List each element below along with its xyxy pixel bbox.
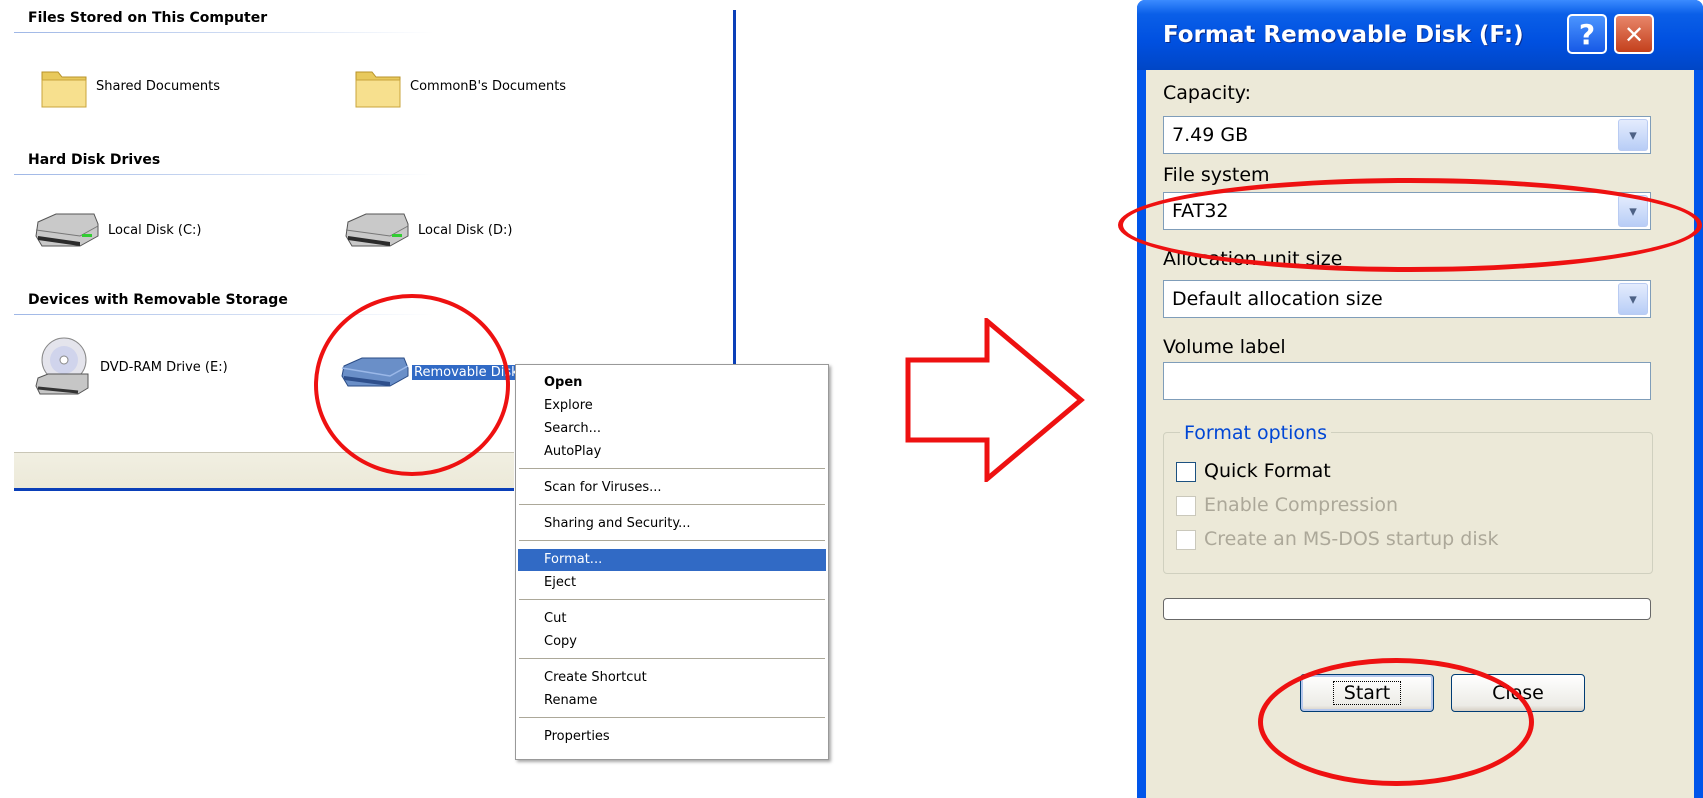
quick-format-checkbox[interactable] (1176, 462, 1196, 482)
menu-item-eject[interactable]: Eject (518, 572, 826, 594)
item-label: CommonB's Documents (410, 78, 567, 94)
menu-separator (519, 599, 825, 600)
folder-icon (355, 71, 401, 108)
menu-item-cut[interactable]: Cut (518, 608, 826, 630)
context-menu: Open Explore Search... AutoPlay Scan for… (515, 364, 829, 760)
folder-shared-documents[interactable]: Shared Documents (38, 60, 220, 112)
menu-separator (519, 540, 825, 541)
capacity-value: 7.49 GB (1172, 124, 1249, 146)
menu-item-autoplay[interactable]: AutoPlay (518, 441, 826, 463)
menu-item-explore[interactable]: Explore (518, 395, 826, 417)
menu-item-rename[interactable]: Rename (518, 690, 826, 712)
dvd-drive-icon (35, 337, 89, 395)
window-border-bottom (14, 488, 514, 491)
menu-item-copy[interactable]: Copy (518, 631, 826, 653)
annotation-ellipse-file-system (1118, 178, 1702, 272)
allocation-value: Default allocation size (1172, 288, 1383, 310)
menu-item-open[interactable]: Open (518, 372, 826, 394)
capacity-label: Capacity: (1163, 82, 1252, 104)
msdos-startup-label: Create an MS-DOS startup disk (1204, 528, 1499, 550)
folder-commonb-documents[interactable]: CommonB's Documents (352, 60, 566, 112)
item-label: Local Disk (C:) (108, 222, 202, 238)
folder-icon (41, 71, 87, 108)
volume-label-input[interactable] (1163, 362, 1651, 400)
dialog-title: Format Removable Disk (F:) (1163, 22, 1524, 48)
msdos-startup-checkbox (1176, 530, 1196, 550)
item-label: Local Disk (D:) (418, 222, 513, 238)
section-title-files: Files Stored on This Computer (28, 10, 268, 26)
item-label: Shared Documents (96, 78, 221, 94)
chevron-down-icon[interactable]: ▾ (1618, 119, 1648, 151)
menu-item-scan-for-viruses[interactable]: Scan for Viruses... (518, 477, 826, 499)
dialog-title-bar: Format Removable Disk (F:) ? ✕ (1137, 0, 1703, 70)
drive-local-disk-c[interactable]: Local Disk (C:) (32, 212, 201, 248)
menu-separator (519, 468, 825, 469)
menu-item-sharing-and-security[interactable]: Sharing and Security... (518, 513, 826, 535)
enable-compression-label: Enable Compression (1204, 494, 1399, 516)
volume-label: Volume label (1163, 336, 1286, 358)
allocation-dropdown[interactable]: Default allocation size ▾ (1163, 280, 1651, 318)
item-label: DVD-RAM Drive (E:) (100, 359, 228, 375)
hard-disk-icon (35, 213, 99, 247)
menu-item-properties[interactable]: Properties (518, 726, 826, 748)
chevron-down-icon[interactable]: ▾ (1618, 283, 1648, 315)
menu-item-create-shortcut[interactable]: Create Shortcut (518, 667, 826, 689)
menu-item-format[interactable]: Format... (518, 549, 826, 571)
menu-separator (519, 504, 825, 505)
section-divider (14, 32, 434, 33)
capacity-dropdown[interactable]: 7.49 GB ▾ (1163, 116, 1651, 154)
annotation-circle-removable-disk (314, 294, 510, 476)
enable-compression-checkbox (1176, 496, 1196, 516)
drive-local-disk-d[interactable]: Local Disk (D:) (342, 212, 512, 248)
help-button[interactable]: ? (1567, 14, 1607, 54)
section-title-removable: Devices with Removable Storage (28, 292, 288, 308)
menu-item-search[interactable]: Search... (518, 418, 826, 440)
hard-disk-icon (345, 213, 409, 247)
menu-separator (519, 658, 825, 659)
quick-format-label[interactable]: Quick Format (1204, 460, 1331, 482)
format-progress-bar (1163, 598, 1651, 620)
window-border (733, 10, 736, 368)
drive-dvd-ram-e[interactable]: DVD-RAM Drive (E:) (34, 336, 228, 398)
annotation-ellipse-start-button (1258, 658, 1534, 786)
section-title-hard-disks: Hard Disk Drives (28, 152, 161, 168)
close-title-button[interactable]: ✕ (1614, 14, 1654, 54)
filesystem-label: File system (1163, 164, 1270, 186)
menu-separator (519, 717, 825, 718)
format-options-label: Format options (1180, 422, 1331, 444)
section-divider (14, 174, 434, 175)
right-arrow-icon (905, 318, 1085, 482)
